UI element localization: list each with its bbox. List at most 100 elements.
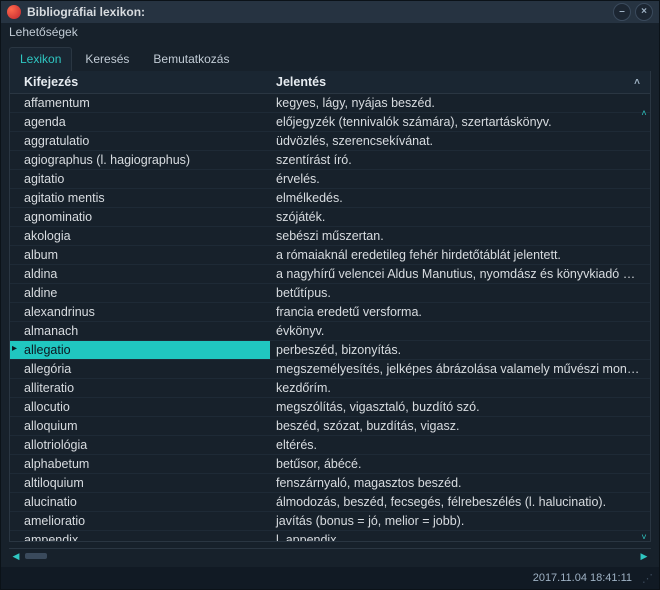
col-header-meaning[interactable]: Jelentés ˄: [270, 71, 650, 93]
table-row[interactable]: almanachévkönyv.: [10, 322, 650, 341]
cell-meaning: eltérés.: [270, 436, 650, 454]
table-row[interactable]: aggratulatioüdvözlés, szerencsekívánat.: [10, 132, 650, 151]
cell-term: alucinatio: [10, 493, 270, 511]
cell-meaning: francia eredetű versforma.: [270, 303, 650, 321]
table-row[interactable]: aldinebetűtípus.: [10, 284, 650, 303]
table-row[interactable]: agendaelőjegyzék (tennivalók számára), s…: [10, 113, 650, 132]
menu-options[interactable]: Lehetőségek: [9, 25, 78, 39]
cell-term: agnominatio: [10, 208, 270, 226]
table-row[interactable]: affamentumkegyes, lágy, nyájas beszéd.: [10, 94, 650, 113]
table-row[interactable]: agnominatioszójáték.: [10, 208, 650, 227]
cell-meaning: a rómaiaknál eredetileg fehér hirdetőtáb…: [270, 246, 650, 264]
cell-meaning: fenszárnyaló, magasztos beszéd.: [270, 474, 650, 492]
scroll-right-icon[interactable]: ▶: [637, 550, 651, 562]
status-datetime: 2017.11.04 18:41:11: [533, 572, 632, 584]
table-row[interactable]: agiographus (l. hagiographus)szentírást …: [10, 151, 650, 170]
table-row[interactable]: allotriológiaeltérés.: [10, 436, 650, 455]
cell-term: agiographus (l. hagiographus): [10, 151, 270, 169]
cell-term: aldine: [10, 284, 270, 302]
table-row[interactable]: alexandrinusfrancia eredetű versforma.: [10, 303, 650, 322]
cell-meaning: l. appendix.: [270, 531, 650, 541]
cell-term: alexandrinus: [10, 303, 270, 321]
cell-term: allegatio: [10, 341, 270, 359]
table-row[interactable]: allocutiomegszólítás, vigasztaló, buzdít…: [10, 398, 650, 417]
table-row[interactable]: agitatio mentiselmélkedés.: [10, 189, 650, 208]
cell-term: ampendix: [10, 531, 270, 541]
statusbar: 2017.11.04 18:41:11 ⋰: [1, 567, 659, 589]
window-title: Bibliográfiai lexikon:: [27, 5, 145, 19]
table-row[interactable]: altiloquiumfenszárnyaló, magasztos beszé…: [10, 474, 650, 493]
cell-term: affamentum: [10, 94, 270, 112]
cell-meaning: javítás (bonus = jó, melior = jobb).: [270, 512, 650, 530]
cell-meaning: megszólítás, vigasztaló, buzdító szó.: [270, 398, 650, 416]
close-button[interactable]: ×: [635, 3, 653, 21]
app-window: Bibliográfiai lexikon: – × Lehetőségek L…: [0, 0, 660, 590]
app-icon: [7, 5, 21, 19]
cell-term: altiloquium: [10, 474, 270, 492]
horizontal-scrollbar[interactable]: ◀ ▶: [9, 548, 651, 563]
cell-meaning: álmodozás, beszéd, fecsegés, félrebeszél…: [270, 493, 650, 511]
table-row[interactable]: ampendixl. appendix.: [10, 531, 650, 541]
tab-kereses[interactable]: Keresés: [74, 47, 140, 71]
cell-meaning: a nagyhírű velencei Aldus Manutius, nyom…: [270, 265, 650, 283]
tab-lexikon[interactable]: Lexikon: [9, 47, 72, 71]
cell-meaning: szójáték.: [270, 208, 650, 226]
cell-term: allocutio: [10, 398, 270, 416]
titlebar: Bibliográfiai lexikon: – ×: [1, 1, 659, 23]
cell-term: allotriológia: [10, 436, 270, 454]
cell-meaning: üdvözlés, szerencsekívánat.: [270, 132, 650, 150]
cell-term: allegória: [10, 360, 270, 378]
cell-meaning: előjegyzék (tennivalók számára), szertar…: [270, 113, 650, 131]
minimize-button[interactable]: –: [613, 3, 631, 21]
scroll-left-icon[interactable]: ◀: [9, 550, 23, 562]
cell-term: aldina: [10, 265, 270, 283]
table-row[interactable]: allegatioperbeszéd, bizonyítás.: [10, 341, 650, 360]
cell-term: almanach: [10, 322, 270, 340]
table-row[interactable]: alloquiumbeszéd, szózat, buzdítás, vigas…: [10, 417, 650, 436]
cell-term: aggratulatio: [10, 132, 270, 150]
cell-meaning: beszéd, szózat, buzdítás, vigasz.: [270, 417, 650, 435]
cell-meaning: elmélkedés.: [270, 189, 650, 207]
tabs: Lexikon Keresés Bemutatkozás: [1, 47, 659, 71]
cell-term: agitatio mentis: [10, 189, 270, 207]
scroll-up-icon[interactable]: ˄: [638, 107, 650, 119]
cell-term: alliteratio: [10, 379, 270, 397]
table-container: Kifejezés Jelentés ˄ affamentumkegyes, l…: [9, 71, 651, 542]
cell-term: alloquium: [10, 417, 270, 435]
table-row[interactable]: alliteratiokezdőrím.: [10, 379, 650, 398]
resize-grip-icon[interactable]: ⋰: [642, 572, 651, 585]
cell-term: akologia: [10, 227, 270, 245]
table-row[interactable]: amelioratiojavítás (bonus = jó, melior =…: [10, 512, 650, 531]
cell-term: alphabetum: [10, 455, 270, 473]
table-header: Kifejezés Jelentés ˄: [10, 71, 650, 94]
scroll-thumb[interactable]: [25, 553, 47, 559]
cell-term: agitatio: [10, 170, 270, 188]
cell-term: album: [10, 246, 270, 264]
scroll-down-icon[interactable]: ˅: [638, 531, 650, 543]
cell-meaning: betűsor, ábécé.: [270, 455, 650, 473]
table-row[interactable]: allegóriamegszemélyesítés, jelképes ábrá…: [10, 360, 650, 379]
cell-meaning: perbeszéd, bizonyítás.: [270, 341, 650, 359]
cell-meaning: évkönyv.: [270, 322, 650, 340]
cell-meaning: érvelés.: [270, 170, 650, 188]
cell-meaning: kezdőrím.: [270, 379, 650, 397]
table-body: affamentumkegyes, lágy, nyájas beszéd.ag…: [10, 94, 650, 541]
cell-term: agenda: [10, 113, 270, 131]
col-header-term[interactable]: Kifejezés: [10, 71, 270, 93]
table-row[interactable]: aldinaa nagyhírű velencei Aldus Manutius…: [10, 265, 650, 284]
cell-meaning: sebészi műszertan.: [270, 227, 650, 245]
table-row[interactable]: alucinatioálmodozás, beszéd, fecsegés, f…: [10, 493, 650, 512]
scroll-track[interactable]: [23, 552, 637, 560]
vertical-scrollbar[interactable]: ˄ ˅: [637, 107, 651, 543]
table-row[interactable]: alphabetumbetűsor, ábécé.: [10, 455, 650, 474]
cell-meaning: betűtípus.: [270, 284, 650, 302]
cell-meaning: megszemélyesítés, jelképes ábrázolása va…: [270, 360, 650, 378]
chevron-up-icon[interactable]: ˄: [630, 77, 644, 88]
tab-bemutatkozas[interactable]: Bemutatkozás: [142, 47, 240, 71]
cell-meaning: szentírást író.: [270, 151, 650, 169]
table-row[interactable]: albuma rómaiaknál eredetileg fehér hirde…: [10, 246, 650, 265]
menubar: Lehetőségek: [1, 23, 659, 47]
table-row[interactable]: akologiasebészi műszertan.: [10, 227, 650, 246]
table-row[interactable]: agitatioérvelés.: [10, 170, 650, 189]
cell-term: amelioratio: [10, 512, 270, 530]
